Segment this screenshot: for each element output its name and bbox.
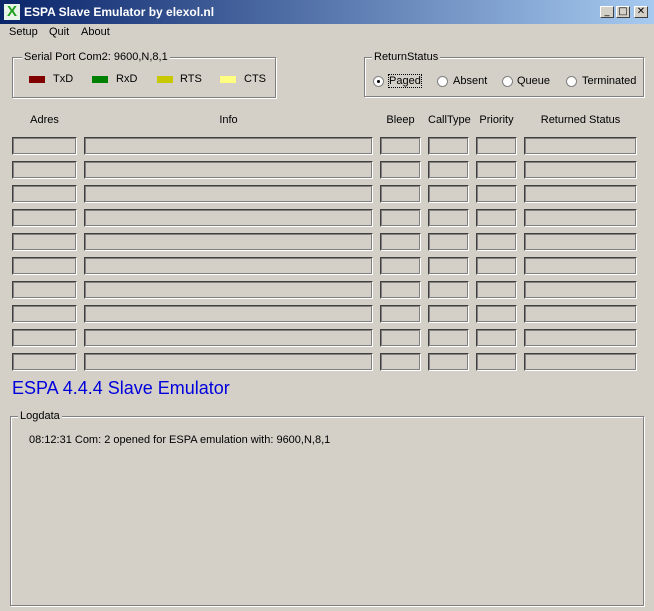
field-calltype[interactable] xyxy=(428,161,469,179)
column-header-priority: Priority xyxy=(479,114,514,126)
paged-radio[interactable] xyxy=(373,76,384,87)
field-calltype[interactable] xyxy=(428,137,469,155)
queue-radio[interactable] xyxy=(502,76,513,87)
title-bar[interactable]: X ESPA Slave Emulator by elexol.nl _ □ ✕ xyxy=(0,0,654,24)
field-priority[interactable] xyxy=(476,161,517,179)
field-adres[interactable] xyxy=(12,233,77,251)
field-calltype[interactable] xyxy=(428,329,469,347)
field-returned-status[interactable] xyxy=(524,305,637,323)
field-adres[interactable] xyxy=(12,353,77,371)
serial-port-group xyxy=(12,57,276,98)
txd-led xyxy=(29,76,45,83)
rts-label: RTS xyxy=(180,73,202,85)
field-returned-status[interactable] xyxy=(524,281,637,299)
field-adres[interactable] xyxy=(12,257,77,275)
field-returned-status[interactable] xyxy=(524,233,637,251)
field-info[interactable] xyxy=(84,305,373,323)
field-calltype[interactable] xyxy=(428,281,469,299)
field-adres[interactable] xyxy=(12,281,77,299)
column-header-bleep: Bleep xyxy=(386,114,415,126)
paged-label[interactable]: Paged xyxy=(388,74,422,88)
field-priority[interactable] xyxy=(476,233,517,251)
column-header-calltype: CallType xyxy=(428,114,471,126)
field-calltype[interactable] xyxy=(428,353,469,371)
field-info[interactable] xyxy=(84,137,373,155)
log-line: 08:12:31 Com: 2 opened for ESPA emulatio… xyxy=(29,434,331,446)
field-priority[interactable] xyxy=(476,281,517,299)
terminated-radio[interactable] xyxy=(566,76,577,87)
field-bleep[interactable] xyxy=(380,257,421,275)
field-bleep[interactable] xyxy=(380,137,421,155)
field-info[interactable] xyxy=(84,209,373,227)
field-adres[interactable] xyxy=(12,305,77,323)
field-bleep[interactable] xyxy=(380,209,421,227)
return-status-caption: ReturnStatus xyxy=(372,51,441,63)
queue-label[interactable]: Queue xyxy=(517,75,550,87)
log-caption: Logdata xyxy=(18,410,62,422)
field-info[interactable] xyxy=(84,257,373,275)
minimize-button[interactable]: _ xyxy=(600,6,614,18)
field-adres[interactable] xyxy=(12,161,77,179)
field-calltype[interactable] xyxy=(428,185,469,203)
field-returned-status[interactable] xyxy=(524,209,637,227)
field-priority[interactable] xyxy=(476,353,517,371)
field-calltype[interactable] xyxy=(428,257,469,275)
column-header-info: Info xyxy=(219,114,238,126)
field-returned-status[interactable] xyxy=(524,353,637,371)
field-priority[interactable] xyxy=(476,305,517,323)
field-bleep[interactable] xyxy=(380,161,421,179)
absent-radio[interactable] xyxy=(437,76,448,87)
menu-quit[interactable]: Quit xyxy=(49,26,69,38)
field-adres[interactable] xyxy=(12,209,77,227)
column-header-adres: Adres xyxy=(30,114,59,126)
cts-label: CTS xyxy=(244,73,266,85)
menu-about[interactable]: About xyxy=(81,26,110,38)
field-info[interactable] xyxy=(84,281,373,299)
field-info[interactable] xyxy=(84,185,373,203)
field-adres[interactable] xyxy=(12,137,77,155)
field-priority[interactable] xyxy=(476,185,517,203)
field-bleep[interactable] xyxy=(380,185,421,203)
field-returned-status[interactable] xyxy=(524,137,637,155)
rxd-label: RxD xyxy=(116,73,138,85)
field-returned-status[interactable] xyxy=(524,329,637,347)
field-adres[interactable] xyxy=(12,185,77,203)
txd-label: TxD xyxy=(53,73,74,85)
field-returned-status[interactable] xyxy=(524,161,637,179)
serial-port-caption: Serial Port Com2: 9600,N,8,1 xyxy=(22,51,170,63)
terminated-label[interactable]: Terminated xyxy=(582,75,636,87)
field-priority[interactable] xyxy=(476,209,517,227)
field-priority[interactable] xyxy=(476,329,517,347)
close-button[interactable]: ✕ xyxy=(634,6,648,18)
menu-setup[interactable]: Setup xyxy=(9,26,38,38)
field-bleep[interactable] xyxy=(380,281,421,299)
field-returned-status[interactable] xyxy=(524,185,637,203)
absent-label[interactable]: Absent xyxy=(453,75,487,87)
field-bleep[interactable] xyxy=(380,353,421,371)
rts-led xyxy=(157,76,173,83)
field-calltype[interactable] xyxy=(428,209,469,227)
field-priority[interactable] xyxy=(476,257,517,275)
field-calltype[interactable] xyxy=(428,305,469,323)
cts-led xyxy=(220,76,236,83)
column-header-returned-status: Returned Status xyxy=(540,114,621,126)
field-bleep[interactable] xyxy=(380,305,421,323)
field-bleep[interactable] xyxy=(380,329,421,347)
field-info[interactable] xyxy=(84,353,373,371)
field-info[interactable] xyxy=(84,161,373,179)
window-title: ESPA Slave Emulator by elexol.nl xyxy=(24,5,215,19)
field-info[interactable] xyxy=(84,329,373,347)
field-returned-status[interactable] xyxy=(524,257,637,275)
maximize-button[interactable]: □ xyxy=(616,6,630,18)
app-icon: X xyxy=(4,4,20,20)
field-info[interactable] xyxy=(84,233,373,251)
field-calltype[interactable] xyxy=(428,233,469,251)
rxd-led xyxy=(92,76,108,83)
field-bleep[interactable] xyxy=(380,233,421,251)
field-priority[interactable] xyxy=(476,137,517,155)
emulator-title: ESPA 4.4.4 Slave Emulator xyxy=(12,378,230,398)
field-adres[interactable] xyxy=(12,329,77,347)
